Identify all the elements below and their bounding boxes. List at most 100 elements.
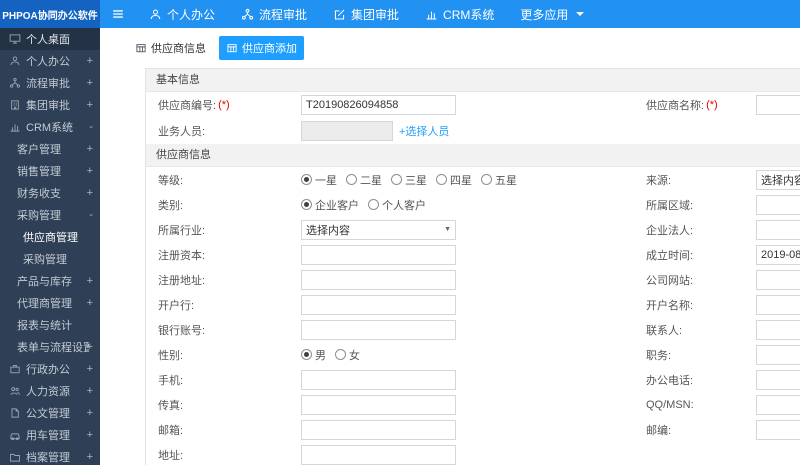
expand-toggle[interactable]: +: [87, 341, 93, 353]
tab-supplier-add[interactable]: 供应商添加: [219, 36, 304, 60]
collapse-toggle[interactable]: -: [89, 121, 93, 133]
supplier-name-input[interactable]: [756, 95, 800, 115]
choose-person-link[interactable]: +选择人员: [399, 123, 449, 139]
sidebar-item-label: 供应商管理: [23, 232, 78, 244]
form-row-gender: 性别: 男 女 职务:: [146, 342, 800, 367]
sidebar-item-purchase-mgmt[interactable]: 采购管理: [0, 248, 100, 270]
job-title-input[interactable]: [756, 344, 800, 365]
radio-option-grade-1[interactable]: 一星: [301, 172, 337, 188]
form-row-mobile: 手机: 办公电话:: [146, 367, 800, 392]
sidebar-item-archive-mgmt[interactable]: 档案管理 +: [0, 446, 100, 465]
sidebar-item-process-approval[interactable]: 流程审批 +: [0, 72, 100, 94]
sidebar-item-admin-office[interactable]: 行政办公 +: [0, 358, 100, 380]
field-control: [301, 369, 646, 390]
nav-personal-office[interactable]: 个人办公: [136, 0, 228, 28]
sidebar-item-sales-mgmt[interactable]: 销售管理 +: [0, 160, 100, 182]
expand-toggle[interactable]: +: [87, 143, 93, 155]
sidebar-item-customer-mgmt[interactable]: 客户管理 +: [0, 138, 100, 160]
radio-option-grade-4[interactable]: 四星: [436, 172, 472, 188]
bank-input[interactable]: [301, 294, 456, 315]
sidebar-item-agent-mgmt[interactable]: 代理商管理 +: [0, 292, 100, 314]
expand-toggle[interactable]: +: [87, 77, 93, 89]
salesperson-input[interactable]: [301, 121, 393, 141]
sidebar-item-desktop[interactable]: 个人桌面: [0, 28, 100, 50]
zip-input[interactable]: [756, 419, 800, 440]
qq-msn-input[interactable]: [756, 394, 800, 415]
field-control: [301, 444, 646, 465]
field-control: [756, 294, 800, 315]
sidebar-item-supplier-mgmt[interactable]: 供应商管理: [0, 226, 100, 248]
address-input[interactable]: [301, 444, 456, 465]
sidebar-item-hr[interactable]: 人力资源 +: [0, 380, 100, 402]
website-input[interactable]: [756, 269, 800, 290]
sidebar-item-product-inventory[interactable]: 产品与库存 +: [0, 270, 100, 292]
region-input[interactable]: [756, 194, 800, 215]
founded-date-input[interactable]: [756, 244, 800, 265]
field-control: [756, 269, 800, 290]
collapse-toggle[interactable]: -: [89, 209, 93, 221]
expand-toggle[interactable]: +: [87, 165, 93, 177]
radio-option-female[interactable]: 女: [335, 347, 360, 363]
label-text: 供应商名称:: [646, 100, 705, 112]
nav-group-approval[interactable]: 集团审批: [320, 0, 412, 28]
account-name-input[interactable]: [756, 294, 800, 315]
expand-toggle[interactable]: +: [87, 363, 93, 375]
expand-toggle[interactable]: +: [87, 99, 93, 111]
top-nav: 个人办公 流程审批 集团审批 CRM系统 更多应用: [136, 0, 597, 28]
sidebar-item-procurement[interactable]: 采购管理 -: [0, 204, 100, 226]
expand-toggle[interactable]: +: [87, 187, 93, 199]
radio-label: 企业客户: [315, 199, 359, 212]
registered-address-input[interactable]: [301, 269, 456, 290]
label-text: 注册资本:: [158, 249, 206, 262]
nav-crm-system[interactable]: CRM系统: [412, 0, 507, 28]
field-control: [756, 419, 800, 440]
mobile-input[interactable]: [301, 369, 456, 390]
supplier-code-input[interactable]: [301, 95, 456, 115]
expand-toggle[interactable]: +: [87, 451, 93, 463]
label-text: 类别:: [158, 199, 184, 212]
field-label: 来源:: [646, 172, 756, 188]
expand-toggle[interactable]: +: [87, 297, 93, 309]
field-control: [756, 394, 800, 415]
flow-icon: [241, 8, 254, 21]
industry-select[interactable]: 选择内容 ▼: [301, 219, 456, 240]
sidebar-item-label: 用车管理: [26, 430, 70, 442]
registered-capital-input[interactable]: [301, 244, 456, 265]
radio-checked-icon: [301, 174, 312, 185]
expand-toggle[interactable]: +: [87, 55, 93, 67]
office-phone-input[interactable]: [756, 369, 800, 390]
sidebar-item-crm[interactable]: CRM系统 -: [0, 116, 100, 138]
radio-option-enterprise[interactable]: 企业客户: [301, 197, 359, 213]
fax-input[interactable]: [301, 394, 456, 415]
bank-account-input[interactable]: [301, 319, 456, 340]
menu-toggle-icon[interactable]: [100, 0, 136, 28]
field-label: 等级:: [146, 172, 301, 188]
label-text: 注册地址:: [158, 274, 206, 287]
legal-person-input[interactable]: [756, 219, 800, 240]
expand-toggle[interactable]: +: [87, 385, 93, 397]
sidebar-item-group-approval[interactable]: 集团审批 +: [0, 94, 100, 116]
expand-toggle[interactable]: +: [87, 275, 93, 287]
email-input[interactable]: [301, 419, 456, 440]
nav-process-approval[interactable]: 流程审批: [228, 0, 320, 28]
sidebar-item-document-mgmt[interactable]: 公文管理 +: [0, 402, 100, 424]
radio-option-male[interactable]: 男: [301, 347, 326, 363]
sidebar-item-form-flow-settings[interactable]: 表单与流程设置 +: [0, 336, 100, 358]
tab-supplier-info[interactable]: 供应商信息: [128, 36, 213, 60]
radio-option-personal[interactable]: 个人客户: [368, 197, 426, 213]
sidebar-item-personal-office[interactable]: 个人办公 +: [0, 50, 100, 72]
label-text: 来源:: [646, 174, 672, 187]
expand-toggle[interactable]: +: [87, 407, 93, 419]
radio-option-grade-2[interactable]: 二星: [346, 172, 382, 188]
expand-toggle[interactable]: +: [87, 429, 93, 441]
sidebar-item-finance[interactable]: 财务收支 +: [0, 182, 100, 204]
sidebar-item-reports[interactable]: 报表与统计: [0, 314, 100, 336]
radio-option-grade-3[interactable]: 三星: [391, 172, 427, 188]
radio-icon: [346, 174, 357, 185]
contact-input[interactable]: [756, 319, 800, 340]
radio-option-grade-5[interactable]: 五星: [481, 172, 517, 188]
nav-more-apps[interactable]: 更多应用: [507, 0, 597, 28]
source-select[interactable]: 选择内容 ▼: [756, 169, 800, 190]
label-text: 开户名称:: [646, 299, 694, 312]
sidebar-item-vehicle-mgmt[interactable]: 用车管理 +: [0, 424, 100, 446]
